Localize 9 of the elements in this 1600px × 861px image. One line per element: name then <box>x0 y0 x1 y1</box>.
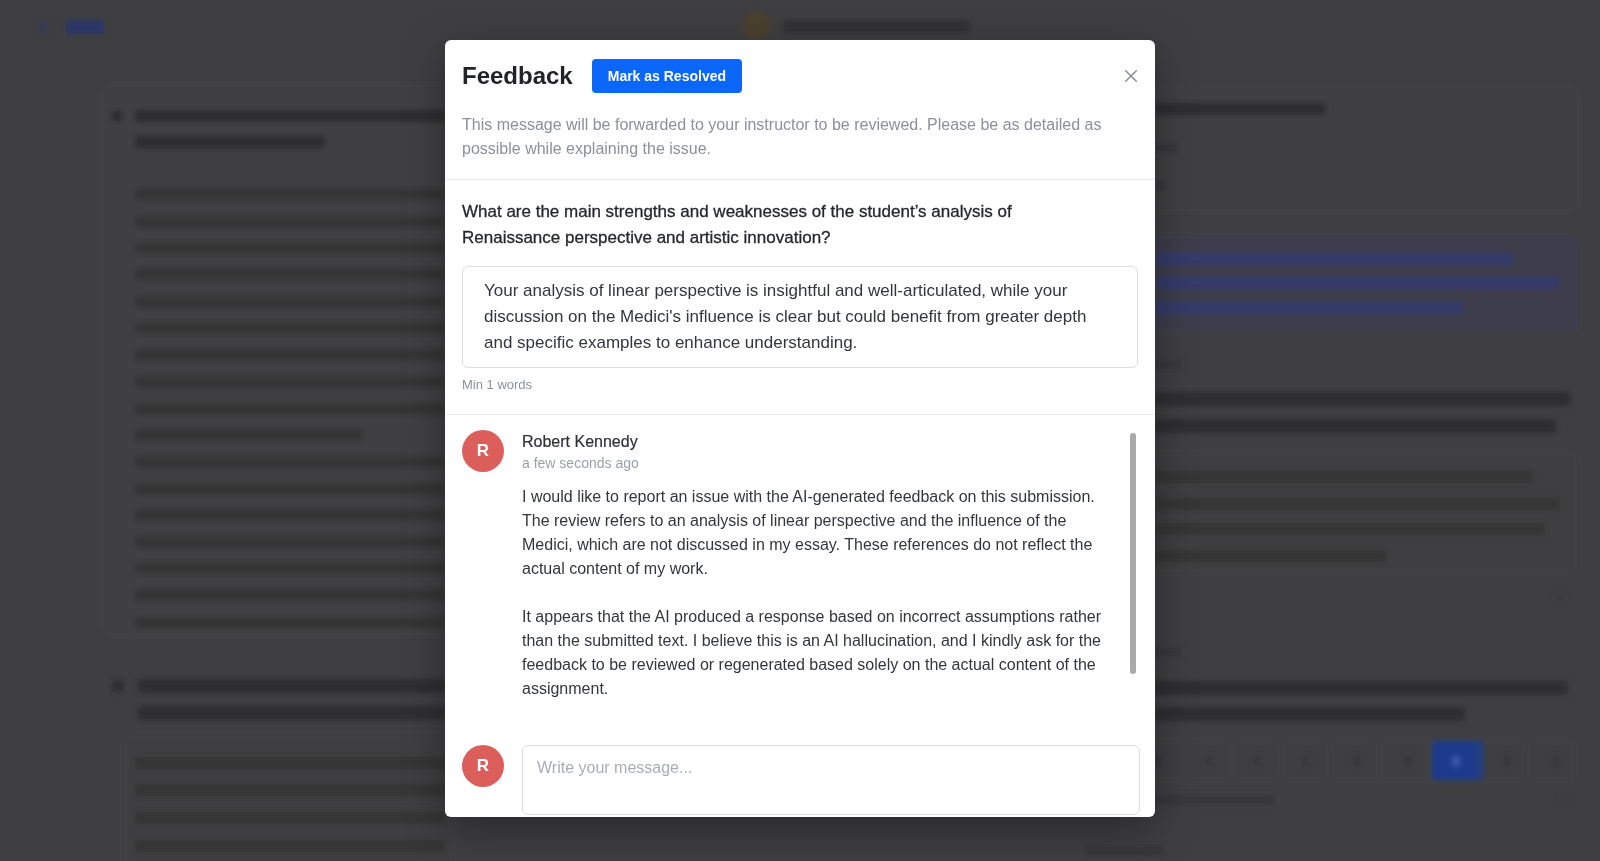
message-paragraph: It appears that the AI produced a response based on incorrect assumptions rather than the submitted text. I believe this is an AI hallucination, and I kindly ask for the feedback to be reviewed or regenerated based solely on the actual content of the assignment. <box>522 607 1102 699</box>
user-avatar: R <box>462 430 504 472</box>
word-count-hint: Min 1 words <box>462 376 534 394</box>
question-text: What are the main strengths and weaknesses of the student’s analysis of Renaissance perspective and artistic innovation? <box>462 201 1013 249</box>
message-time: a few seconds ago <box>522 454 640 473</box>
author-name: Robert Kennedy <box>522 432 639 452</box>
message-paragraph: I would like to report an issue with the AI-generated feedback on this submission. The review refers to an analysis of linear perspective and the influence of the Medici, which are not discussed in my essay. These references do not reflect the actual content of my work. <box>522 487 1096 579</box>
user-avatar: R <box>462 745 504 787</box>
feedback-answer: Your analysis of linear perspective is insightful and well-articulated, while your discussion on the Medici's influence is clear but could benefit from greater depth and specific examples to enhance understanding. <box>462 266 1138 368</box>
